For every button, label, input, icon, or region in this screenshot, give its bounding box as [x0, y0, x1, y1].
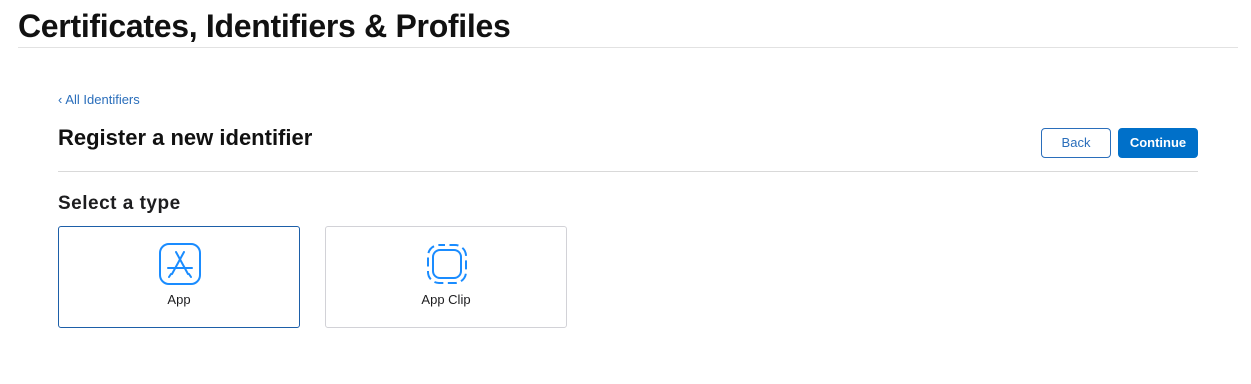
continue-button[interactable]: Continue: [1118, 128, 1198, 158]
page: Certificates, Identifiers & Profiles ‹ Al…: [0, 0, 1251, 384]
select-type-title: Select a type: [58, 193, 181, 214]
type-card-app-clip[interactable]: App Clip: [325, 226, 567, 328]
app-store-icon: [159, 243, 201, 285]
divider: [58, 171, 1198, 172]
register-identifier-title: Register a new identifier: [58, 125, 313, 150]
app-clip-icon: [427, 244, 467, 284]
chevron-left-icon: ‹: [58, 92, 63, 107]
all-identifiers-link-label: All Identifiers: [65, 92, 140, 107]
type-card-app[interactable]: App: [58, 226, 300, 328]
all-identifiers-link[interactable]: ‹ All Identifiers: [58, 92, 140, 108]
back-button[interactable]: Back: [1041, 128, 1111, 158]
page-header: Certificates, Identifiers & Profiles: [18, 0, 1238, 48]
type-card-app-clip-label: App Clip: [421, 292, 471, 307]
page-title: Certificates, Identifiers & Profiles: [18, 8, 511, 44]
type-card-app-label: App: [167, 292, 191, 307]
